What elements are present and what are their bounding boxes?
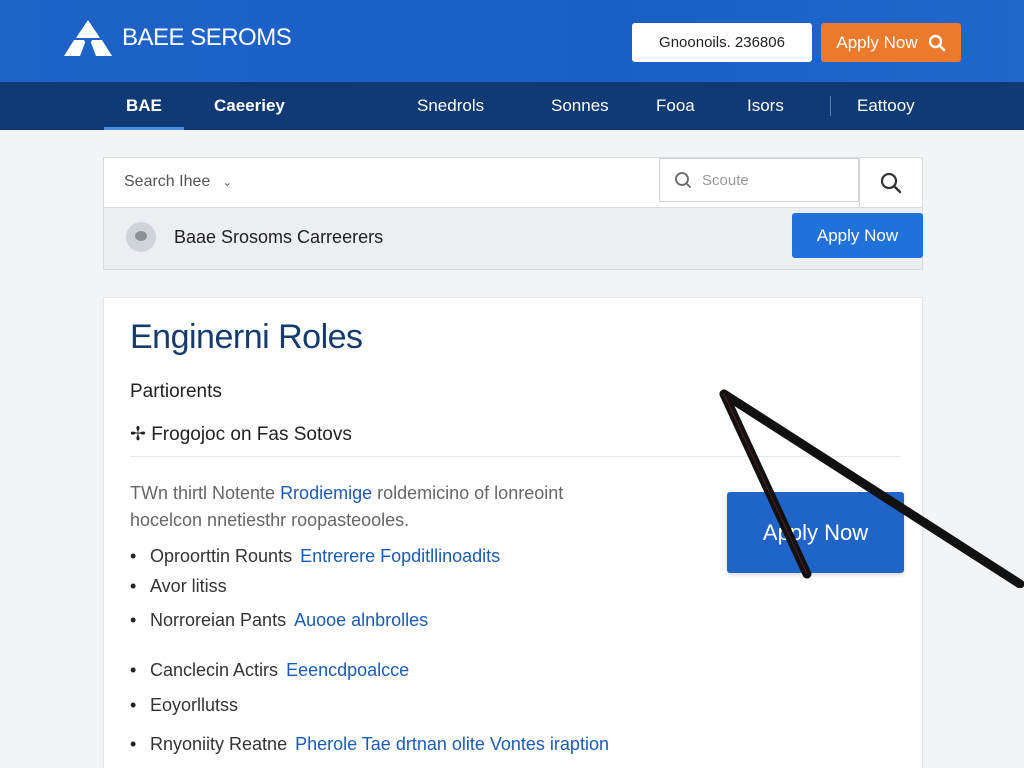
- list-item-text: Rnyoniity Reatne: [150, 734, 288, 754]
- chevron-down-icon: ⌄: [222, 175, 233, 189]
- list-item-link[interactable]: Auooe alnbrolles: [294, 610, 428, 630]
- nav-item-isors[interactable]: Isors: [747, 82, 784, 130]
- roles-card: Enginerni Roles Partiorents ✢ Frogojoc o…: [103, 297, 923, 768]
- search-icon: [880, 172, 902, 193]
- list-item-text: Oproorttin Rounts: [150, 546, 293, 566]
- nav-item-careers[interactable]: Caeeriey: [214, 82, 285, 130]
- card-description: TWn thirtl Notente Rrodiemige roldemicin…: [130, 480, 690, 534]
- search-panel: Search Ihee ⌄ Scoute Baae Srosoms Carree…: [103, 157, 923, 270]
- main-nav: BAE Caeeriey Snedrols Sonnes Fooa Isors …: [0, 82, 1024, 130]
- desc-link[interactable]: Rrodiemige: [280, 483, 372, 503]
- apply-now-label: Apply Now: [836, 32, 918, 52]
- desc-text: roldemicino of lonreoint: [377, 483, 564, 503]
- list-item: Avor litiss: [130, 576, 235, 597]
- apply-now-main-button[interactable]: Apply Now: [727, 492, 904, 573]
- phone-number-box[interactable]: Gnoonoils. 236806: [632, 23, 812, 62]
- list-item-link[interactable]: Pherole Tae drtnan olite Vontes iraption: [295, 734, 609, 754]
- apply-now-bar-button[interactable]: Apply Now: [792, 213, 923, 258]
- list-item-link[interactable]: Entrerere Fopditllinoadits: [300, 546, 500, 566]
- search-category-select[interactable]: Search Ihee ⌄: [124, 158, 232, 206]
- page-title: Enginerni Roles: [130, 318, 363, 356]
- list-item: Oproorttin Rounts Entrerere Fopditllinoad…: [130, 546, 500, 567]
- list-item-text: Norroreian Pants: [150, 610, 287, 630]
- careers-bar: Baae Srosoms Carreerers Apply Now: [104, 208, 923, 270]
- search-icon: [928, 34, 945, 51]
- nav-item-sonnes[interactable]: Sonnes: [551, 82, 609, 130]
- card-subtitle: Partiorents: [130, 381, 222, 402]
- nav-item-eattooy[interactable]: Eattooy: [857, 82, 915, 130]
- apply-now-header-button[interactable]: Apply Now: [821, 23, 961, 62]
- card-divider: [130, 456, 900, 457]
- search-placeholder: Scoute: [702, 171, 749, 189]
- nav-item-snedrols[interactable]: Snedrols: [417, 82, 484, 130]
- logo-text: BAEE SEROMS: [122, 24, 292, 51]
- search-row: Search Ihee ⌄ Scoute: [104, 158, 922, 208]
- list-item: Rnyoniity Reatne Pherole Tae drtnan olite…: [130, 734, 609, 755]
- list-item-text: Canclecin Actirs: [150, 660, 279, 680]
- search-icon: [675, 172, 691, 188]
- search-button[interactable]: [859, 158, 922, 207]
- nav-item-bae[interactable]: BAE: [104, 82, 184, 130]
- nav-item-fooa[interactable]: Fooa: [656, 82, 695, 130]
- careers-bar-text: Baae Srosoms Carreerers: [174, 227, 384, 247]
- site-logo[interactable]: BAEE SEROMS: [62, 18, 292, 58]
- search-input[interactable]: Scoute: [659, 158, 859, 202]
- logo-mark-icon: [64, 20, 112, 56]
- avatar-icon: [126, 222, 156, 252]
- desc-text: hocelcon nnetiesthr roopasteooles.: [130, 510, 410, 530]
- list-item-text: Eoyorllutss: [150, 695, 239, 715]
- nav-divider: [830, 96, 831, 116]
- list-item-link[interactable]: Eeencdpoalcce: [286, 660, 409, 680]
- list-item-text: Avor litiss: [150, 576, 227, 596]
- list-item: Canclecin Actirs Eeencdpoalcce: [130, 660, 409, 681]
- top-header: BAEE SEROMS Gnoonoils. 236806 Apply Now: [0, 0, 1024, 82]
- card-subheading: ✢ Frogojoc on Fas Sotovs: [130, 424, 352, 445]
- desc-text: TWn thirtl Notente: [130, 483, 276, 503]
- list-item: Eoyorllutss: [130, 695, 246, 716]
- search-select-label: Search Ihee: [124, 173, 211, 190]
- list-item: Norroreian Pants Auooe alnbrolles: [130, 610, 428, 631]
